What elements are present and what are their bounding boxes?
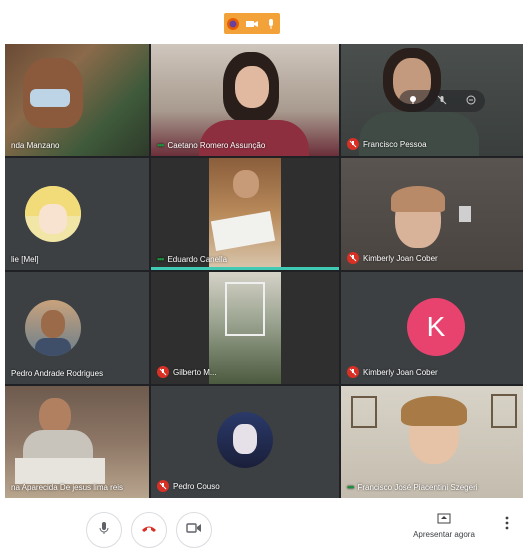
active-speaker-bar xyxy=(151,267,339,270)
present-screen-icon xyxy=(437,513,451,527)
participant-name: nda Manzano xyxy=(11,141,60,150)
speaking-indicator-icon: ••• xyxy=(157,254,165,264)
participant-name: ••• Francisco José Piacentini Szegeri xyxy=(347,482,478,492)
microphone-icon xyxy=(264,17,278,31)
present-now-label: Apresentar agora xyxy=(413,530,475,539)
participant-tile[interactable]: nda Manzano xyxy=(5,44,149,156)
browser-sharing-indicator[interactable] xyxy=(224,13,280,34)
window-frame xyxy=(225,282,265,336)
participant-face xyxy=(233,170,259,198)
participant-avatar xyxy=(217,412,273,468)
participant-tile[interactable]: lie [Mel] xyxy=(5,158,149,270)
wall-frame xyxy=(351,396,377,428)
hangup-button[interactable] xyxy=(131,512,167,548)
remove-icon[interactable] xyxy=(466,92,476,110)
participant-grid: nda Manzano ••• Caetano Romero Assunção F… xyxy=(5,44,523,498)
participant-name: Kimberly Joan Cober xyxy=(347,366,438,378)
participant-face xyxy=(235,66,269,108)
paper-sheet xyxy=(15,458,105,484)
participant-shirt xyxy=(23,430,93,460)
mute-icon[interactable] xyxy=(437,92,447,110)
present-now-button[interactable]: Apresentar agora xyxy=(404,510,484,539)
mic-off-icon xyxy=(347,138,359,150)
camera-toggle-button[interactable] xyxy=(176,512,212,548)
participant-tile[interactable]: Gilberto M... xyxy=(151,272,339,384)
participant-avatar xyxy=(25,186,81,242)
avatar-letter: K xyxy=(426,311,446,342)
camera-icon xyxy=(245,17,259,31)
face-mask xyxy=(30,89,70,107)
more-vert-icon xyxy=(505,516,509,534)
tile-hover-controls xyxy=(399,90,485,112)
participant-name: ••• Eduardo Canella xyxy=(157,254,228,264)
participant-avatar: K xyxy=(407,298,465,356)
participant-tile[interactable]: Pedro Andrade Rodrigues xyxy=(5,272,149,384)
mic-off-icon xyxy=(347,366,359,378)
participant-name: Gilberto M... xyxy=(157,366,217,378)
participant-hair xyxy=(391,186,445,212)
participant-tile[interactable]: ••• Francisco José Piacentini Szegeri xyxy=(341,386,523,498)
pin-icon[interactable] xyxy=(408,92,418,110)
participant-tile[interactable]: ••• Caetano Romero Assunção xyxy=(151,44,339,156)
participant-name: ••• Caetano Romero Assunção xyxy=(157,140,266,150)
participant-face xyxy=(39,398,71,434)
speaking-indicator-icon: ••• xyxy=(157,140,165,150)
mic-off-icon xyxy=(157,480,169,492)
participant-tile[interactable]: Pedro Couso xyxy=(151,386,339,498)
participant-tile[interactable]: Kimberly Joan Cober xyxy=(341,158,523,270)
participant-name: Pedro Andrade Rodrigues xyxy=(11,369,104,378)
more-options-button[interactable] xyxy=(505,516,509,535)
mic-off-icon xyxy=(347,252,359,264)
participant-shirt xyxy=(199,120,309,156)
participant-hair xyxy=(401,396,467,426)
wall-frame xyxy=(491,394,517,428)
participant-name: Kimberly Joan Cober xyxy=(347,252,438,264)
participant-name: lie [Mel] xyxy=(11,255,39,264)
mic-off-icon xyxy=(157,366,169,378)
hangup-icon xyxy=(141,521,157,539)
call-controls-bar: Apresentar agora xyxy=(0,498,523,548)
camera-icon xyxy=(186,521,202,539)
firefox-icon xyxy=(226,17,240,31)
top-strip xyxy=(0,0,523,44)
speaking-indicator-icon: ••• xyxy=(347,482,355,492)
participant-tile[interactable]: ••• Eduardo Canella xyxy=(151,158,339,270)
participant-name: Francisco Pessoa xyxy=(347,138,427,150)
participant-tile[interactable]: Francisco Pessoa xyxy=(341,44,523,156)
participant-tile[interactable]: K Kimberly Joan Cober xyxy=(341,272,523,384)
participant-name: Pedro Couso xyxy=(157,480,220,492)
microphone-icon xyxy=(98,521,110,540)
participant-avatar xyxy=(25,300,81,356)
mic-toggle-button[interactable] xyxy=(86,512,122,548)
participant-name: na Aparecida De jesus lima reis xyxy=(11,483,124,492)
participant-tile[interactable]: na Aparecida De jesus lima reis xyxy=(5,386,149,498)
wall-switch xyxy=(459,206,471,222)
